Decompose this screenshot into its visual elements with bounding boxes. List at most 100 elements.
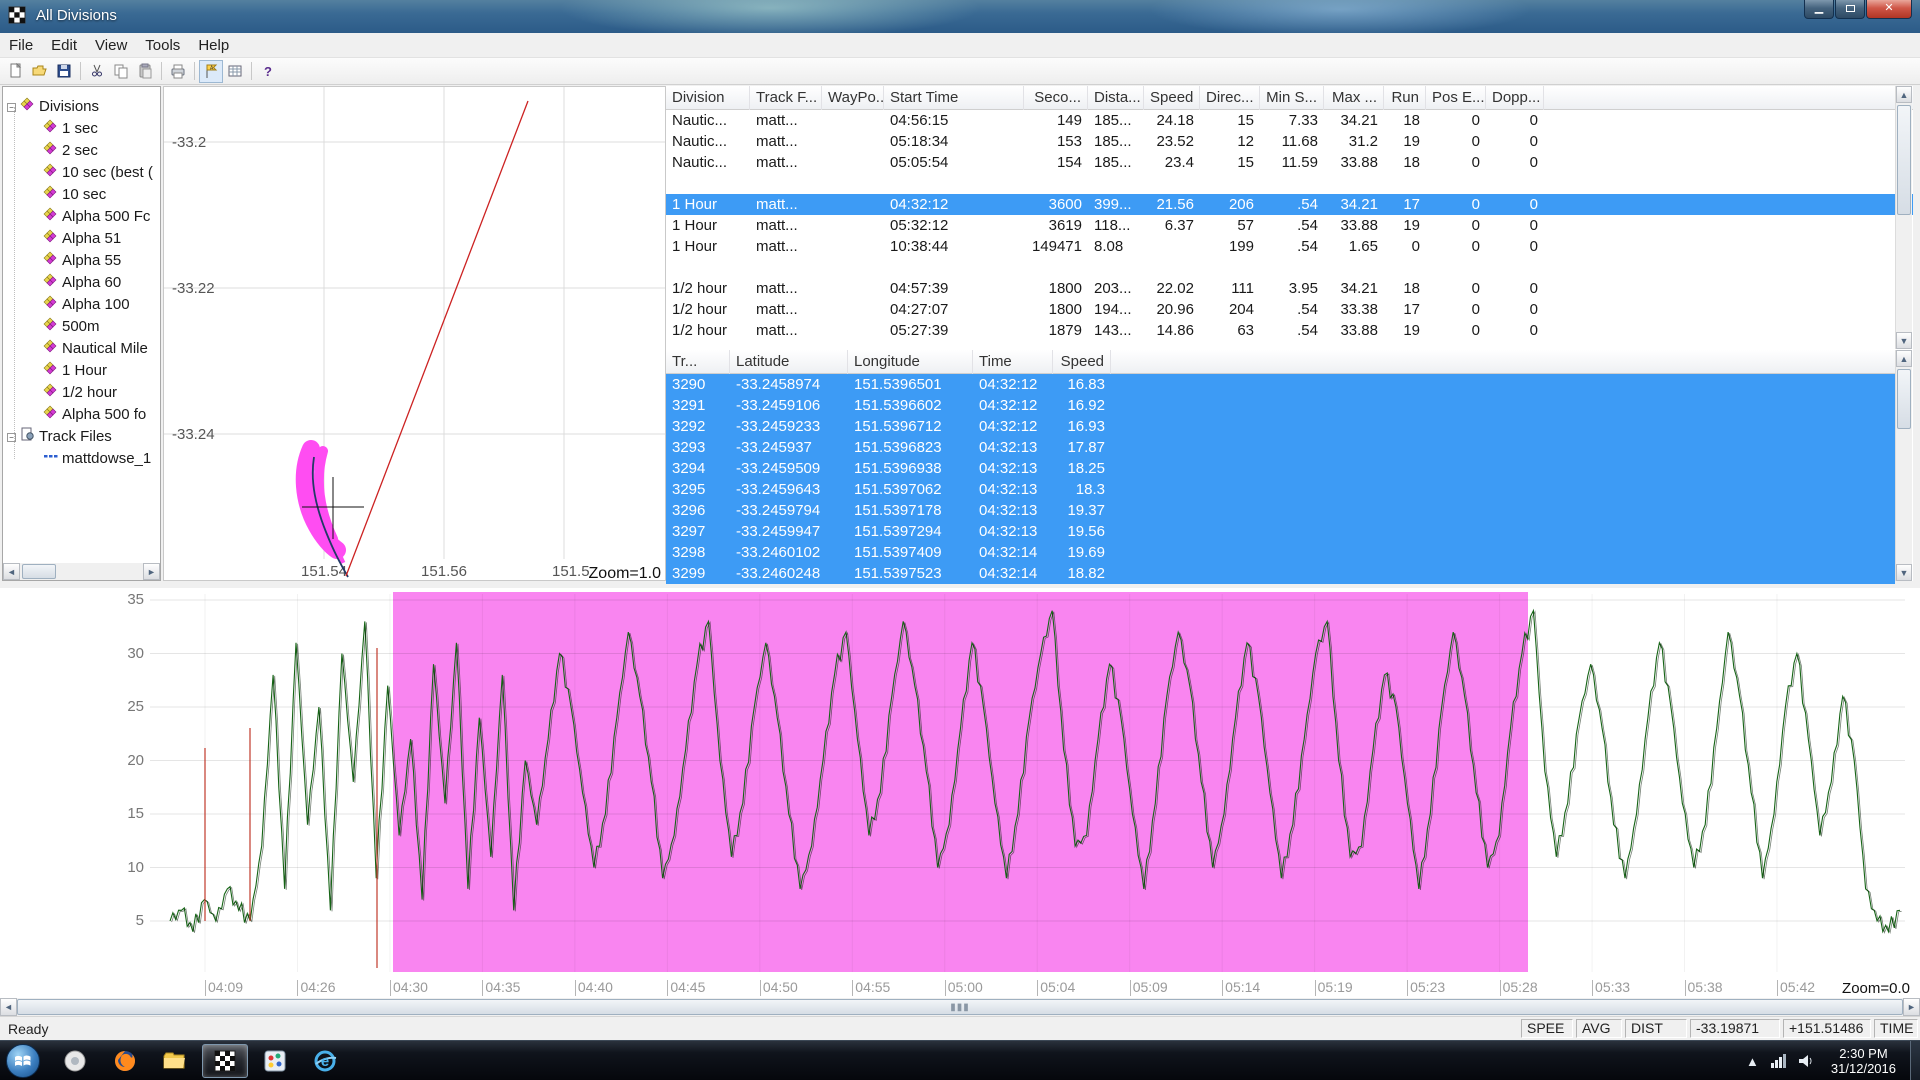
- tree-item-1-hour[interactable]: 1 Hour: [43, 360, 107, 382]
- track-map-plot[interactable]: -33.2-33.22-33.24151.54151.56151.5Zoom=1…: [164, 87, 665, 580]
- table-row[interactable]: 3294-33.2459509151.539693804:32:1318.25: [666, 458, 1895, 479]
- table-row[interactable]: Nautic...matt...05:18:34153185...23.5212…: [666, 131, 1913, 152]
- column-header[interactable]: Start Time: [884, 86, 1024, 110]
- help-button[interactable]: ?: [256, 60, 280, 83]
- copy-button[interactable]: [109, 60, 133, 83]
- tree-item-1-2-hour[interactable]: 1/2 hour: [43, 382, 117, 404]
- tree-item-alpha-500-fo[interactable]: Alpha 500 fo: [43, 404, 146, 426]
- column-header[interactable]: Longitude: [848, 350, 973, 374]
- tree-item-nautical-mile[interactable]: Nautical Mile: [43, 338, 148, 360]
- start-button[interactable]: [6, 1044, 40, 1078]
- scroll-down-arrow[interactable]: ▼: [1896, 332, 1912, 349]
- column-header[interactable]: Track F...: [750, 86, 822, 110]
- tree-item-track-files[interactable]: −Track Files: [7, 426, 112, 448]
- paste-button[interactable]: [133, 60, 157, 83]
- menu-item-file[interactable]: File: [0, 34, 42, 57]
- tree-item-alpha-100[interactable]: Alpha 100: [43, 294, 130, 316]
- table-row[interactable]: 3291-33.2459106151.539660204:32:1216.92: [666, 395, 1895, 416]
- table-row[interactable]: 3293-33.245937151.539682304:32:1317.87: [666, 437, 1895, 458]
- tree-horizontal-scrollbar[interactable]: ◄►: [3, 563, 160, 580]
- tree-item-alpha-60[interactable]: Alpha 60: [43, 272, 121, 294]
- scroll-down-arrow[interactable]: ▼: [1896, 564, 1912, 581]
- column-header[interactable]: Direc...: [1200, 86, 1260, 110]
- tree-item-alpha-500-fc[interactable]: Alpha 500 Fc: [43, 206, 150, 228]
- column-header[interactable]: Speed: [1053, 350, 1111, 374]
- maximize-button[interactable]: [1835, 0, 1865, 19]
- point-table-scrollbar[interactable]: ▲ ▼: [1895, 350, 1912, 581]
- tree-item-mattdowse-1[interactable]: mattdowse_1: [43, 448, 151, 470]
- menu-item-tools[interactable]: Tools: [136, 34, 189, 57]
- scrollbar-thumb[interactable]: ▮▮▮: [17, 999, 1903, 1015]
- table-row[interactable]: 3299-33.2460248151.539752304:32:1418.82: [666, 563, 1895, 584]
- grid-button[interactable]: [223, 60, 247, 83]
- table-row[interactable]: 3297-33.2459947151.539729404:32:1319.56: [666, 521, 1895, 542]
- scrollbar-thumb[interactable]: [1897, 369, 1911, 429]
- table-row[interactable]: 1 Hourmatt...05:32:123619118...6.3757.54…: [666, 215, 1913, 236]
- column-header[interactable]: Division: [666, 86, 750, 110]
- table-row[interactable]: 1/2 hourmatt...05:27:391879143...14.8663…: [666, 320, 1913, 341]
- network-icon[interactable]: [1771, 1054, 1787, 1068]
- scrollbar-thumb[interactable]: [22, 564, 56, 579]
- menu-item-view[interactable]: View: [86, 34, 136, 57]
- volume-icon[interactable]: [1799, 1054, 1815, 1068]
- scroll-left-arrow[interactable]: ◄: [0, 998, 17, 1016]
- tree-item-10-sec-best-[interactable]: 10 sec (best (: [43, 162, 153, 184]
- save-button[interactable]: [52, 60, 76, 83]
- speed-trace-plot[interactable]: [0, 588, 1920, 978]
- taskbar-app-all-divisions[interactable]: [202, 1044, 248, 1078]
- column-header[interactable]: Speed: [1144, 86, 1200, 110]
- taskbar-app-explorer[interactable]: [152, 1044, 198, 1078]
- taskbar-app-internet-explorer[interactable]: e: [302, 1044, 348, 1078]
- table-row[interactable]: 3296-33.2459794151.539717804:32:1319.37: [666, 500, 1895, 521]
- column-header[interactable]: WayPo...: [822, 86, 884, 110]
- new-button[interactable]: [4, 60, 28, 83]
- column-header[interactable]: Min S...: [1260, 86, 1324, 110]
- title-bar[interactable]: All Divisions ▁ ✕: [0, 0, 1920, 33]
- tree-item-alpha-55[interactable]: Alpha 55: [43, 250, 121, 272]
- scroll-up-arrow[interactable]: ▲: [1896, 350, 1912, 367]
- tree-item-alpha-51[interactable]: Alpha 51: [43, 228, 121, 250]
- taskbar-app-media-player[interactable]: [52, 1044, 98, 1078]
- table-row[interactable]: Nautic...matt...04:56:15149185...24.1815…: [666, 110, 1913, 131]
- table-row[interactable]: 3290-33.2458974151.539650104:32:1216.83: [666, 374, 1895, 395]
- scrollbar-thumb[interactable]: [1897, 105, 1911, 215]
- table-row[interactable]: 1 Hourmatt...04:32:123600399...21.56206.…: [666, 194, 1913, 215]
- minimize-button[interactable]: ▁: [1804, 0, 1834, 19]
- taskbar-app-paint[interactable]: [252, 1044, 298, 1078]
- hidden-icons-chevron[interactable]: ▲: [1746, 1054, 1759, 1069]
- column-header[interactable]: Seco...: [1024, 86, 1088, 110]
- column-header[interactable]: Time: [973, 350, 1053, 374]
- column-header[interactable]: Dopp...: [1486, 86, 1544, 110]
- waypoint-flag-button[interactable]: A: [199, 60, 223, 83]
- table-row[interactable]: 3292-33.2459233151.539671204:32:1216.93: [666, 416, 1895, 437]
- table-row[interactable]: 1/2 hourmatt...04:27:071800194...20.9620…: [666, 299, 1913, 320]
- column-header[interactable]: Latitude: [730, 350, 848, 374]
- scroll-up-arrow[interactable]: ▲: [1896, 86, 1912, 103]
- table-row[interactable]: 3298-33.2460102151.539740904:32:1419.69: [666, 542, 1895, 563]
- menu-item-edit[interactable]: Edit: [42, 34, 86, 57]
- column-header[interactable]: Max ...: [1324, 86, 1384, 110]
- menu-item-help[interactable]: Help: [189, 34, 238, 57]
- column-header[interactable]: Pos E...: [1426, 86, 1486, 110]
- tree-item-500m[interactable]: 500m: [43, 316, 100, 338]
- table-row[interactable]: 1/2 hourmatt...04:57:391800203...22.0211…: [666, 278, 1913, 299]
- column-header[interactable]: Run: [1384, 86, 1426, 110]
- tree-item-2-sec[interactable]: 2 sec: [43, 140, 98, 162]
- scroll-right-arrow[interactable]: ►: [143, 563, 160, 580]
- cut-button[interactable]: [85, 60, 109, 83]
- tree-item-1-sec[interactable]: 1 sec: [43, 118, 98, 140]
- column-header[interactable]: Tr...: [666, 350, 730, 374]
- chart-horizontal-scrollbar[interactable]: ◄ ▮▮▮ ►: [0, 998, 1920, 1016]
- close-button[interactable]: ✕: [1866, 0, 1912, 19]
- taskbar-clock[interactable]: 2:30 PM 31/12/2016: [1831, 1046, 1896, 1076]
- print-button[interactable]: [166, 60, 190, 83]
- scroll-right-arrow[interactable]: ►: [1903, 998, 1920, 1016]
- table-row[interactable]: 3295-33.2459643151.539706204:32:1318.3: [666, 479, 1895, 500]
- column-header[interactable]: Dista...: [1088, 86, 1144, 110]
- table-row[interactable]: Nautic...matt...05:05:54154185...23.4151…: [666, 152, 1913, 173]
- tree-item-10-sec[interactable]: 10 sec: [43, 184, 106, 206]
- open-button[interactable]: [28, 60, 52, 83]
- show-desktop-button[interactable]: [1910, 1041, 1920, 1080]
- scroll-left-arrow[interactable]: ◄: [3, 563, 20, 580]
- division-table-scrollbar[interactable]: ▲ ▼: [1895, 86, 1912, 349]
